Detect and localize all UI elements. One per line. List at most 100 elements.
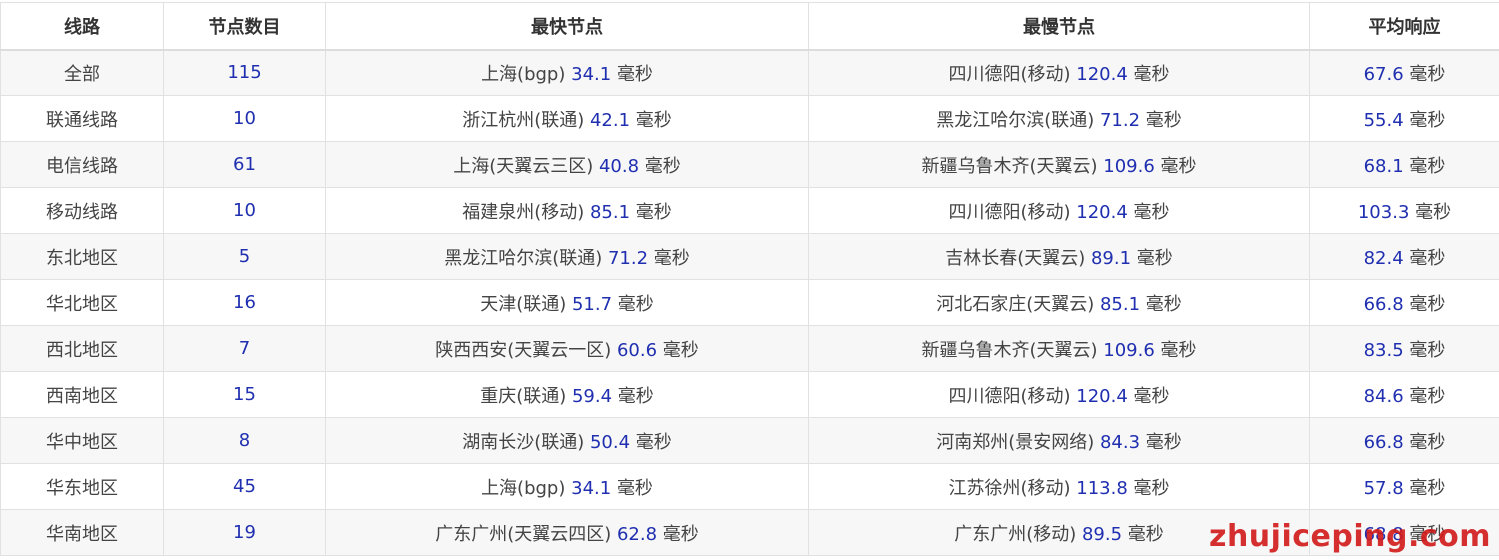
unit-label: 毫秒: [635, 201, 672, 223]
table-row: 华东地区 45 上海(bgp) 34.1 毫秒 江苏徐州(移动) 113.8 毫秒 57…: [0, 463, 1499, 510]
fastest-location: 广东广州(天翼云四区): [435, 523, 612, 545]
slowest-location: 四川德阳(移动): [948, 63, 1071, 85]
route-label: 电信线路: [46, 155, 118, 177]
fastest-cell: 陕西西安(天翼云一区) 60.6 毫秒: [325, 325, 809, 372]
fastest-location: 上海(bgp): [481, 63, 566, 85]
route-label: 西北地区: [46, 339, 118, 361]
unit-label: 毫秒: [1133, 63, 1170, 85]
table-row: 电信线路 61 上海(天翼云三区) 40.8 毫秒 新疆乌鲁木齐(天翼云) 109.6…: [0, 141, 1499, 188]
slowest-location: 吉林长春(天翼云): [945, 247, 1086, 269]
slowest-cell: 四川德阳(移动) 120.4 毫秒: [808, 371, 1310, 418]
slowest-cell: 黑龙江哈尔滨(联通) 71.2 毫秒: [808, 95, 1310, 142]
average-ms: 83.5: [1363, 339, 1404, 361]
header-slowest: 最慢节点: [808, 2, 1310, 51]
route-label: 华东地区: [46, 477, 118, 499]
node-count-cell: 7: [163, 325, 326, 372]
fastest-ms: 40.8: [598, 155, 640, 177]
slowest-location: 河南郑州(景安网络): [936, 431, 1095, 453]
fastest-ms: 42.1: [589, 109, 631, 131]
slowest-cell: 四川德阳(移动) 120.4 毫秒: [808, 49, 1310, 96]
fastest-ms: 34.1: [571, 63, 612, 85]
unit-label: 毫秒: [635, 431, 672, 453]
route-cell: 全部: [0, 49, 164, 96]
route-label: 联通线路: [46, 109, 118, 131]
header-node-count: 节点数目: [163, 2, 326, 51]
node-count-value: 10: [233, 108, 256, 129]
unit-label: 毫秒: [1415, 201, 1452, 223]
unit-label: 毫秒: [1145, 109, 1182, 131]
average-cell: 83.5 毫秒: [1309, 325, 1499, 372]
route-cell: 华北地区: [0, 279, 164, 326]
node-count-cell: 61: [163, 141, 326, 188]
slowest-location: 新疆乌鲁木齐(天翼云): [921, 155, 1098, 177]
unit-label: 毫秒: [1160, 155, 1197, 177]
slowest-ms: 120.4: [1076, 201, 1128, 223]
slowest-ms: 109.6: [1103, 155, 1155, 177]
average-cell: 103.3 毫秒: [1309, 187, 1499, 234]
average-ms: 67.6: [1363, 63, 1404, 85]
unit-label: 毫秒: [1409, 477, 1446, 499]
fastest-location: 陕西西安(天翼云一区): [435, 339, 612, 361]
unit-label: 毫秒: [1127, 523, 1164, 545]
unit-label: 毫秒: [616, 477, 653, 499]
slowest-ms: 109.6: [1103, 339, 1155, 361]
fastest-location: 上海(天翼云三区): [453, 155, 594, 177]
route-cell: 移动线路: [0, 187, 164, 234]
fastest-ms: 59.4: [571, 385, 613, 407]
unit-label: 毫秒: [1409, 63, 1446, 85]
slowest-cell: 吉林长春(天翼云) 89.1 毫秒: [808, 233, 1310, 280]
slowest-cell: 广东广州(移动) 89.5 毫秒: [808, 509, 1310, 556]
slowest-cell: 新疆乌鲁木齐(天翼云) 109.6 毫秒: [808, 325, 1310, 372]
unit-label: 毫秒: [1160, 339, 1197, 361]
unit-label: 毫秒: [662, 523, 699, 545]
fastest-cell: 上海(bgp) 34.1 毫秒: [325, 49, 809, 96]
route-cell: 电信线路: [0, 141, 164, 188]
node-count-value: 7: [238, 338, 251, 359]
route-cell: 西北地区: [0, 325, 164, 372]
node-count-value: 8: [238, 430, 251, 451]
route-label: 华南地区: [46, 523, 118, 545]
route-label: 东北地区: [46, 247, 118, 269]
route-cell: 西南地区: [0, 371, 164, 418]
average-ms: 66.8: [1363, 431, 1404, 453]
average-cell: 68.1 毫秒: [1309, 141, 1499, 188]
fastest-cell: 天津(联通) 51.7 毫秒: [325, 279, 809, 326]
route-label: 西南地区: [46, 385, 118, 407]
route-label: 华中地区: [46, 431, 118, 453]
slowest-cell: 河北石家庄(天翼云) 85.1 毫秒: [808, 279, 1310, 326]
node-count-cell: 45: [163, 463, 326, 510]
route-label: 全部: [64, 63, 100, 85]
node-count-cell: 10: [163, 95, 326, 142]
table-row: 东北地区 5 黑龙江哈尔滨(联通) 71.2 毫秒 吉林长春(天翼云) 89.1 毫秒…: [0, 233, 1499, 280]
route-cell: 东北地区: [0, 233, 164, 280]
unit-label: 毫秒: [662, 339, 699, 361]
unit-label: 毫秒: [1409, 109, 1446, 131]
unit-label: 毫秒: [644, 155, 681, 177]
slowest-cell: 四川德阳(移动) 120.4 毫秒: [808, 187, 1310, 234]
slowest-location: 四川德阳(移动): [948, 201, 1071, 223]
average-ms: 82.4: [1363, 247, 1404, 269]
slowest-ms: 84.3: [1099, 431, 1141, 453]
node-count-value: 61: [233, 154, 256, 175]
average-cell: 68.8 毫秒: [1309, 509, 1499, 556]
header-route: 线路: [0, 2, 164, 51]
slowest-ms: 89.1: [1090, 247, 1132, 269]
unit-label: 毫秒: [1409, 155, 1446, 177]
fastest-cell: 黑龙江哈尔滨(联通) 71.2 毫秒: [325, 233, 809, 280]
slowest-ms: 113.8: [1076, 477, 1128, 499]
fastest-cell: 福建泉州(移动) 85.1 毫秒: [325, 187, 809, 234]
average-ms: 68.1: [1363, 155, 1404, 177]
page: 线路 节点数目 最快节点 最慢节点 平均响应 全部 115 上海(bgp) 34.1…: [0, 0, 1499, 560]
slowest-location: 河北石家庄(天翼云): [936, 293, 1095, 315]
fastest-cell: 上海(bgp) 34.1 毫秒: [325, 463, 809, 510]
slowest-ms: 89.5: [1081, 523, 1123, 545]
slowest-ms: 120.4: [1076, 385, 1128, 407]
table-header-row: 线路 节点数目 最快节点 最慢节点 平均响应: [0, 2, 1499, 51]
fastest-ms: 60.6: [616, 339, 658, 361]
unit-label: 毫秒: [1145, 431, 1182, 453]
node-count-value: 10: [233, 200, 256, 221]
slowest-location: 黑龙江哈尔滨(联通): [936, 109, 1095, 131]
average-ms: 66.8: [1363, 293, 1404, 315]
unit-label: 毫秒: [1409, 431, 1446, 453]
unit-label: 毫秒: [616, 63, 653, 85]
